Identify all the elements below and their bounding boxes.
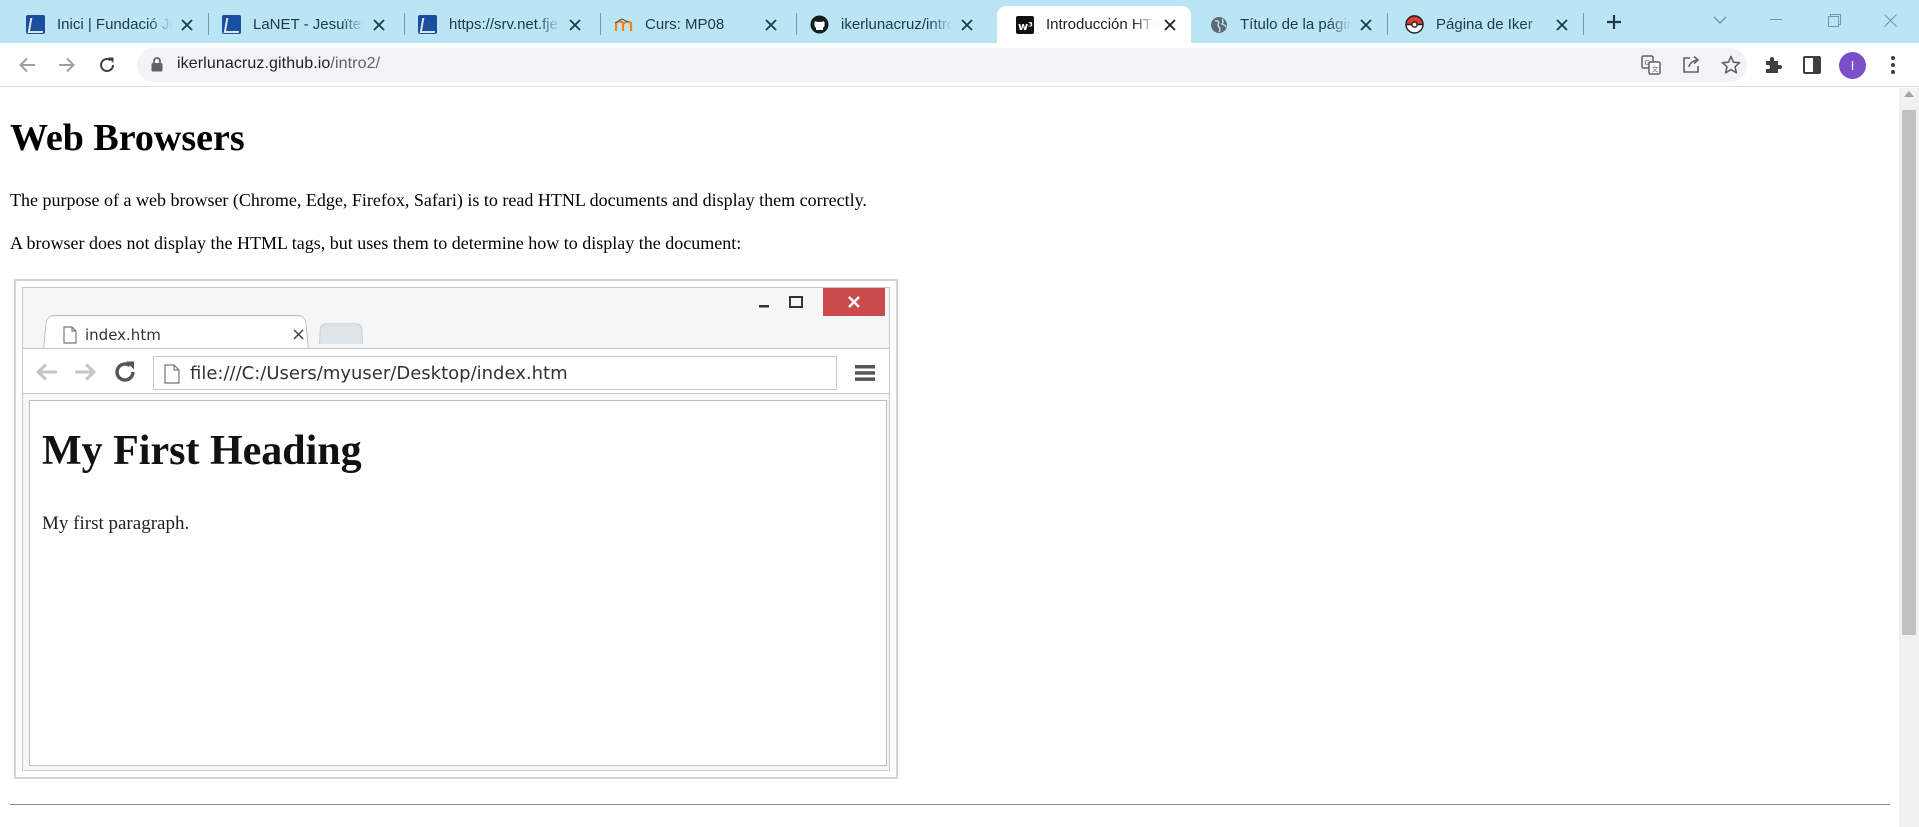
lock-icon[interactable]: [151, 57, 163, 76]
illustration-new-tab: [319, 323, 363, 344]
illustration-tab-label: index.htm: [85, 326, 161, 344]
illustration-minimize-icon: [749, 290, 779, 314]
tab-close-icon[interactable]: [178, 16, 196, 34]
tab-github[interactable]: ikerlunacruz/intro2: [792, 6, 988, 43]
illustration-reload-icon: [113, 360, 137, 389]
divider: [10, 804, 1890, 805]
tab-close-icon[interactable]: [762, 16, 780, 34]
moodle-icon: [614, 15, 633, 34]
scrollbar-thumb[interactable]: [1902, 110, 1916, 635]
url-text[interactable]: ikerlunacruz.github.io/intro2/: [177, 55, 380, 73]
tab-title: Título de la página: [1240, 16, 1351, 33]
tab-pagina-iker[interactable]: Página de Iker: [1387, 6, 1583, 43]
extensions-icon[interactable]: [1759, 51, 1787, 79]
tab-close-icon[interactable]: [1357, 16, 1375, 34]
page-viewport: Web Browsers The purpose of a web browse…: [0, 88, 1899, 827]
tab-close-icon[interactable]: [1553, 16, 1571, 34]
tab-lanet[interactable]: LaNET - Jesuïtes Educació: [204, 6, 400, 43]
url-domain: ikerlunacruz.github.io: [177, 55, 331, 72]
tab-title: Curs: MP08: [645, 16, 725, 33]
illustration-page: My First Heading My first paragraph.: [29, 400, 887, 766]
tab-close-icon[interactable]: [566, 16, 584, 34]
tab-search-chevron-icon[interactable]: [1696, 0, 1744, 40]
browser-illustration: index.htm × file:///C:/Users/myuser/Desk…: [14, 279, 898, 779]
fundacio-icon: [26, 15, 45, 34]
back-button[interactable]: [13, 51, 41, 79]
restore-window-button[interactable]: [1810, 0, 1858, 40]
tab-srv[interactable]: https://srv.net.fje.edu: [400, 6, 596, 43]
tab-separator: [1583, 13, 1584, 35]
svg-text:G: G: [1645, 59, 1650, 67]
tab-close-icon[interactable]: [1161, 16, 1179, 34]
svg-text:w³: w³: [1018, 20, 1033, 33]
tab-introduccion-html[interactable]: w³ Introducción HTML: [997, 6, 1191, 43]
side-panel-icon[interactable]: [1798, 51, 1826, 79]
w3schools-icon: w³: [1015, 15, 1034, 34]
fundacio-icon: [418, 15, 437, 34]
reload-button[interactable]: [93, 51, 121, 79]
globe-icon: [1209, 15, 1228, 34]
illustration-back-icon: [35, 362, 59, 387]
tab-curs[interactable]: Curs: MP08: [596, 6, 792, 43]
fundacio-icon: [222, 15, 241, 34]
illustration-document-icon: [63, 326, 77, 349]
pokeball-icon: [1405, 15, 1424, 34]
paragraph-purpose: The purpose of a web browser (Chrome, Ed…: [10, 190, 867, 210]
scroll-up-arrow-icon[interactable]: [1904, 91, 1914, 97]
url-path: /intro2/: [330, 55, 381, 72]
illustration-close-icon: [823, 288, 885, 316]
illustration-tab-close-icon: ×: [291, 324, 307, 345]
illustration-window: index.htm × file:///C:/Users/myuser/Desk…: [22, 287, 890, 771]
illustration-page-icon: [164, 364, 180, 389]
page-heading: Web Browsers: [10, 117, 245, 159]
translate-icon[interactable]: G文: [1640, 54, 1662, 76]
illustration-address-bar: file:///C:/Users/myuser/Desktop/index.ht…: [153, 356, 837, 390]
illustration-maximize-icon: [781, 290, 811, 314]
illustration-url: file:///C:/Users/myuser/Desktop/index.ht…: [190, 363, 568, 384]
illustration-toolbar: file:///C:/Users/myuser/Desktop/index.ht…: [23, 348, 889, 394]
close-window-button[interactable]: [1866, 0, 1914, 40]
illustration-menu-icon: [855, 364, 875, 387]
paragraph-tags: A browser does not display the HTML tags…: [10, 233, 742, 253]
bookmark-star-icon[interactable]: [1720, 54, 1742, 76]
menu-kebab-icon[interactable]: [1879, 51, 1907, 79]
illustration-forward-icon: [73, 362, 97, 387]
tab-close-icon[interactable]: [370, 16, 388, 34]
tab-close-icon[interactable]: [958, 16, 976, 34]
page-scrollbar[interactable]: [1899, 88, 1919, 827]
address-bar[interactable]: ikerlunacruz.github.io/intro2/ G文: [137, 48, 1747, 82]
tab-title: LaNET - Jesuïtes Educació: [253, 16, 364, 33]
tab-fundacio[interactable]: Inici | Fundació Jesuïtes: [8, 6, 208, 43]
minimize-window-button[interactable]: [1752, 0, 1800, 40]
illustration-paragraph: My first paragraph.: [42, 513, 190, 534]
tab-title: Página de Iker: [1436, 16, 1533, 33]
browser-toolbar: ikerlunacruz.github.io/intro2/ G文 I: [0, 43, 1919, 87]
tab-title: ikerlunacruz/intro2: [841, 16, 952, 33]
new-tab-button[interactable]: [1600, 8, 1628, 36]
illustration-heading: My First Heading: [42, 428, 362, 474]
github-icon: [810, 15, 829, 34]
tab-title: Inici | Fundació Jesuïtes: [57, 16, 172, 33]
svg-text:文: 文: [1652, 65, 1659, 74]
profile-avatar[interactable]: I: [1839, 52, 1866, 79]
forward-button[interactable]: [53, 51, 81, 79]
tab-title: Introducción HTML: [1046, 16, 1155, 33]
tab-title: https://srv.net.fje.edu: [449, 16, 560, 33]
tab-titulo-pagina[interactable]: Título de la página: [1191, 6, 1387, 43]
share-icon[interactable]: [1680, 54, 1702, 76]
tab-strip: Inici | Fundació Jesuïtes LaNET - Jesuït…: [0, 0, 1919, 43]
illustration-tab: [43, 315, 309, 350]
